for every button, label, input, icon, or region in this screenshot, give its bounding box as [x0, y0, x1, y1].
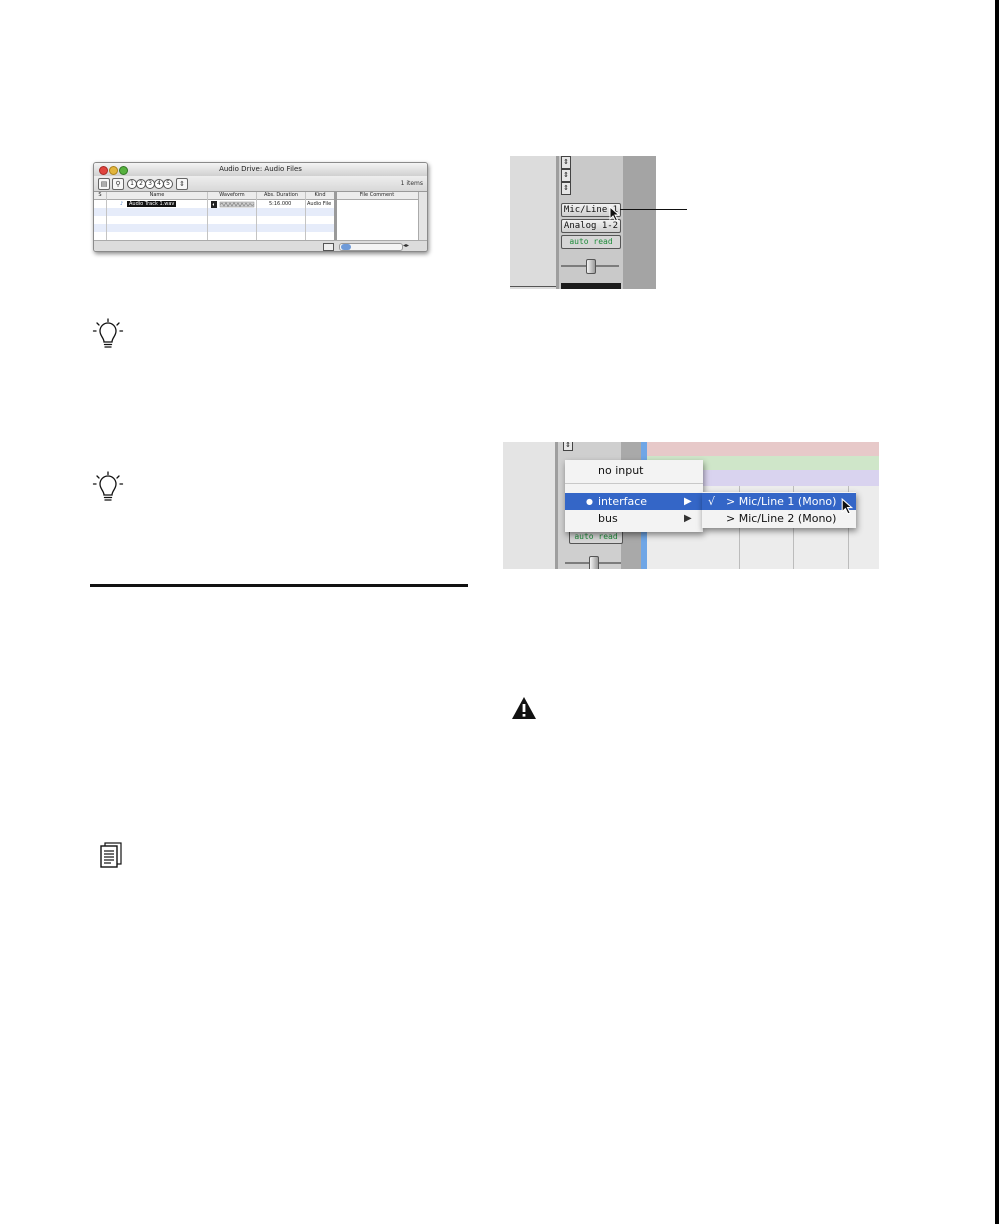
column-header: S Name Waveform Abs. Duration Kind File …: [94, 192, 427, 200]
strip-divider: [555, 442, 558, 569]
section-divider: [90, 584, 468, 587]
table-row[interactable]: ♪ Audio Track 1.wav 5:16.000 Audio File: [94, 200, 334, 208]
pan-display: [561, 283, 621, 289]
menu-separator: [565, 483, 703, 484]
mixer-background: [503, 442, 555, 569]
mixer-strip-screenshot: ⇕ ⇕ ⇕ Mic/Line 1 Analog 1-2 auto read: [510, 156, 656, 289]
automation-mode-button[interactable]: auto read: [561, 235, 621, 249]
submenu-item-mic-line-2[interactable]: > Mic/Line 2 (Mono): [702, 510, 856, 527]
scroll-arrows-icon[interactable]: ◂▸: [403, 242, 409, 249]
menu-item-no-input[interactable]: no input: [565, 462, 703, 479]
kind-value: Audio File: [307, 201, 332, 207]
automation-mode-button[interactable]: auto read: [569, 530, 623, 544]
submenu-item-label: > Mic/Line 2 (Mono): [726, 512, 837, 525]
col-waveform[interactable]: Waveform: [208, 192, 257, 199]
duration-value: 5:16.000: [269, 201, 292, 207]
checkmark-icon: √: [708, 495, 716, 508]
pan-slider-knob[interactable]: [586, 259, 596, 274]
note-icon: [100, 842, 122, 868]
input-menu-screenshot: ⇕ auto read no input ● interface ▶ bus ▶…: [503, 442, 879, 569]
tip-icon: [92, 318, 124, 348]
col-kind[interactable]: Kind: [306, 192, 335, 199]
comment-pane: [337, 200, 418, 240]
file-name[interactable]: Audio Track 1.wav: [127, 201, 177, 207]
adjacent-strip: [623, 156, 656, 289]
view-button-5[interactable]: 5: [163, 179, 173, 189]
finder-window: Audio Drive: Audio Files ▤ ⚲ 1 2 3 4 5 ⇕…: [93, 162, 428, 252]
submenu-item-label: > Mic/Line 1 (Mono): [726, 495, 837, 508]
submenu-arrow-icon: ▶: [684, 513, 692, 524]
submenu-item-mic-line-1[interactable]: √ > Mic/Line 1 (Mono): [702, 493, 856, 510]
input-menu: no input ● interface ▶ bus ▶: [565, 460, 703, 532]
window-edge: [510, 286, 556, 287]
browse-icon[interactable]: ▤: [98, 178, 110, 190]
pan-slider-knob[interactable]: [589, 556, 599, 569]
menu-item-label: interface: [598, 495, 648, 508]
insert-selector-icon[interactable]: ⇕: [561, 169, 571, 182]
track-row: [647, 442, 879, 456]
columns-icon[interactable]: [323, 243, 334, 251]
callout-line: [620, 209, 687, 210]
vertical-scrollbar[interactable]: [418, 192, 427, 240]
search-icon[interactable]: ⚲: [112, 178, 124, 190]
mouse-pointer-icon: [841, 498, 854, 515]
sort-icon[interactable]: ⇕: [176, 178, 188, 190]
table-row-empty: [94, 216, 334, 224]
menu-item-label: bus: [598, 512, 618, 525]
insert-selector-icon[interactable]: ⇕: [561, 156, 571, 169]
window-toolbar: ▤ ⚲ 1 2 3 4 5 ⇕ 1 items: [94, 176, 427, 192]
file-icon: ♪: [120, 201, 124, 207]
waveform-preview[interactable]: [211, 201, 255, 208]
window-title: Audio Drive: Audio Files: [219, 165, 302, 173]
scroll-thumb[interactable]: [341, 244, 351, 250]
mixer-background: [510, 156, 556, 289]
table-row-empty: [94, 232, 334, 240]
column-divider: [207, 192, 208, 240]
insert-selector-icon[interactable]: ⇕: [563, 442, 573, 451]
window-statusbar: ◂▸: [94, 240, 427, 251]
column-divider: [106, 192, 107, 240]
insert-selector-icon[interactable]: ⇕: [561, 182, 571, 195]
strip-divider: [556, 156, 559, 289]
window-titlebar: Audio Drive: Audio Files: [94, 163, 427, 176]
col-name[interactable]: Name: [107, 192, 208, 199]
col-duration[interactable]: Abs. Duration: [257, 192, 306, 199]
column-divider: [305, 192, 306, 240]
column-divider: [256, 192, 257, 240]
table-row-empty: [94, 208, 334, 216]
col-comment[interactable]: File Comment: [336, 192, 419, 199]
menu-item-interface[interactable]: ● interface ▶: [565, 493, 703, 510]
tip-icon: [92, 471, 124, 501]
interface-submenu: √ > Mic/Line 1 (Mono) > Mic/Line 2 (Mono…: [702, 492, 856, 528]
submenu-arrow-icon: ▶: [684, 496, 692, 507]
page-edge-bar: [995, 0, 999, 1224]
horizontal-scrollbar[interactable]: [339, 243, 403, 251]
table-row-empty: [94, 224, 334, 232]
item-count: 1 items: [400, 180, 423, 187]
menu-item-bus[interactable]: bus ▶: [565, 510, 703, 527]
menu-item-label: no input: [598, 464, 644, 477]
radio-dot-icon: ●: [586, 497, 593, 506]
warning-icon: [512, 697, 536, 719]
